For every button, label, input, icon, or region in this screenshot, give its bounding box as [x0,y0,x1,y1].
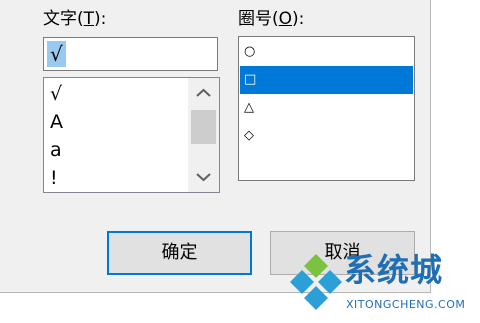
watermark-title: 系统城 [344,251,444,289]
char-list-item[interactable]: a [50,136,63,164]
char-list-item[interactable]: A [50,108,63,136]
text-label-post: ): [94,9,107,29]
char-list-scrollbar[interactable] [188,78,219,192]
enclosure-item-square[interactable]: □ [240,66,413,94]
circle-icon: ○ [244,44,256,59]
char-list-item[interactable]: ! [50,164,63,192]
ok-button[interactable]: 确定 [107,231,252,275]
bullet-label-key: O [278,9,293,29]
bullet-label: 圈号(O): [238,9,304,29]
square-icon: □ [244,72,257,87]
text-input[interactable]: √ [43,37,218,71]
char-list-item[interactable]: √ [50,80,63,108]
triangle-icon: △ [244,100,254,115]
diamond-icon: ◇ [244,128,254,143]
text-label-pre: 文字( [43,9,84,29]
watermark-subtitle: XITONGCHENG.COM [346,298,466,311]
text-input-value: √ [47,41,66,67]
bullet-label-post: ): [292,9,305,29]
bullet-label-pre: 圈号( [238,9,279,29]
character-list[interactable]: √ A a ! [43,77,220,193]
text-label: 文字(T): [43,9,106,29]
enclosure-item-diamond[interactable]: ◇ [240,122,413,150]
text-label-key: T [83,9,95,29]
watermark: 系统城 XITONGCHENG.COM [288,248,478,320]
enclosure-item-circle[interactable]: ○ [240,38,413,66]
scroll-thumb[interactable] [191,110,216,144]
enclosure-list[interactable]: ○ □ △ ◇ [238,36,415,181]
scroll-up-arrow-icon[interactable] [188,82,219,106]
enclosure-item-triangle[interactable]: △ [240,94,413,122]
scroll-down-arrow-icon[interactable] [188,166,219,190]
watermark-logo-icon [290,254,342,310]
